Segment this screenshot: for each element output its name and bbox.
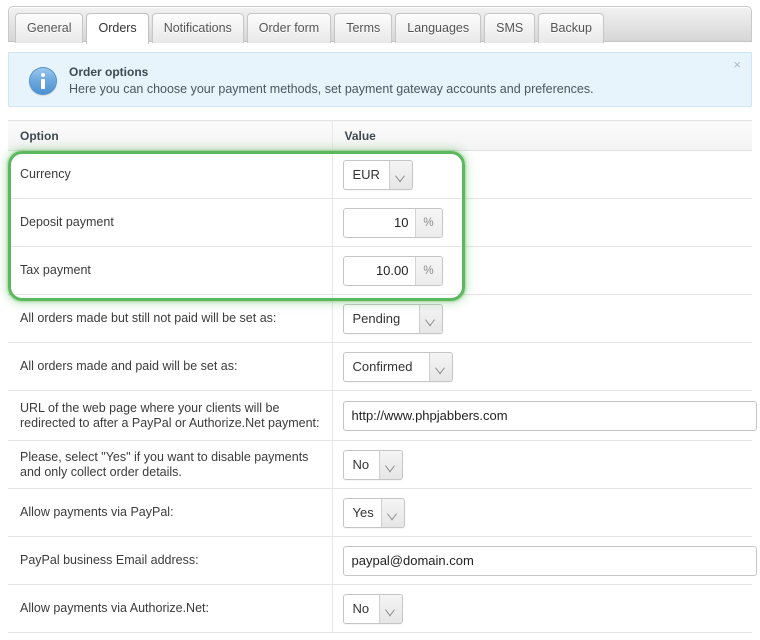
info-banner: Order options Here you can choose your p…: [8, 52, 752, 107]
input-tax-payment[interactable]: 10.00%: [342, 255, 443, 286]
option-value-cell: http://www.phpjabbers.com: [332, 390, 757, 441]
chevron-down-icon[interactable]: [380, 498, 404, 527]
input-value[interactable]: 10.00: [344, 257, 416, 285]
banner-title: Order options: [69, 65, 149, 79]
tab-order-form[interactable]: Order form: [246, 13, 332, 43]
select-allow-payments-via-authorize-net[interactable]: No: [342, 593, 403, 624]
tab-strip: General Orders Notifications Order form Term…: [8, 6, 752, 44]
info-icon: [29, 67, 57, 95]
table-row: Please, select "Yes" if you want to disa…: [8, 440, 752, 489]
option-value-cell: No: [332, 440, 752, 489]
table-row: Deposit payment 10%: [8, 198, 752, 247]
tab-notifications[interactable]: Notifications: [151, 13, 244, 43]
option-label: Allow payments via Authorize.Net:: [8, 584, 333, 633]
chevron-down-icon[interactable]: [428, 352, 452, 381]
select-please-select-yes-if-you-want-to[interactable]: No: [342, 449, 403, 480]
table-row: Allow payments via PayPal: Yes: [8, 488, 752, 537]
tab-backup[interactable]: Backup: [538, 13, 604, 43]
table-row: Tax payment 10.00%: [8, 246, 752, 295]
option-value-cell: Yes: [332, 488, 752, 537]
options-table: Option Value Currency EUR Deposit payment 1…: [8, 120, 757, 633]
option-value-cell: Pending: [332, 294, 752, 343]
tab-general[interactable]: General: [15, 13, 84, 43]
option-value-cell: Confirmed: [332, 342, 752, 391]
table-row: All orders made but still not paid will …: [8, 294, 752, 343]
option-label: Allow payments via PayPal:: [8, 488, 333, 537]
table-row: PayPal business Email address: paypal@dom…: [8, 536, 757, 585]
column-header-value: Value: [332, 120, 752, 151]
close-icon[interactable]: ×: [733, 58, 741, 71]
option-label: All orders made but still not paid will …: [8, 294, 333, 343]
option-label: Deposit payment: [8, 198, 333, 247]
option-label: URL of the web page where your clients w…: [8, 390, 333, 441]
option-value-cell: 10%: [332, 198, 752, 247]
settings-page: General Orders Notifications Order form Term…: [0, 0, 760, 640]
chevron-down-icon[interactable]: [378, 450, 402, 479]
option-value-cell: 10.00%: [332, 246, 752, 295]
chevron-down-icon[interactable]: [418, 304, 442, 333]
option-label: All orders made and paid will be set as:: [8, 342, 333, 391]
tab-languages[interactable]: Languages: [395, 13, 482, 43]
table-row: Currency EUR: [8, 150, 752, 199]
option-label: Currency: [8, 150, 333, 199]
input-paypal-business-email-address-[interactable]: paypal@domain.com: [342, 545, 757, 576]
option-label: PayPal business Email address:: [8, 536, 333, 585]
column-header-option: Option: [8, 120, 333, 151]
table-row: All orders made and paid will be set as:…: [8, 342, 752, 391]
option-value-cell: paypal@domain.com: [332, 536, 757, 585]
table-header-row: Option Value: [8, 120, 752, 151]
tab-sms[interactable]: SMS: [484, 13, 536, 43]
tab-orders[interactable]: Orders: [86, 13, 149, 44]
option-label: Tax payment: [8, 246, 333, 295]
banner-description: Here you can choose your payment methods…: [69, 82, 594, 96]
select-allow-payments-via-paypal-[interactable]: Yes: [342, 497, 405, 528]
select-all-orders-made-but-still-not-pa[interactable]: Pending: [342, 303, 443, 334]
option-value-cell: No: [332, 584, 752, 633]
select-all-orders-made-and-paid-will-be[interactable]: Confirmed: [342, 351, 453, 382]
chevron-down-icon[interactable]: [378, 594, 402, 623]
tab-terms[interactable]: Terms: [334, 13, 393, 43]
percent-suffix: %: [414, 208, 442, 237]
table-row: URL of the web page where your clients w…: [8, 390, 757, 441]
option-value-cell: EUR: [332, 150, 752, 199]
input-deposit-payment[interactable]: 10%: [342, 207, 443, 238]
input-value[interactable]: 10: [344, 209, 416, 237]
percent-suffix: %: [414, 256, 442, 285]
chevron-down-icon[interactable]: [388, 160, 412, 189]
option-label: Please, select "Yes" if you want to disa…: [8, 440, 333, 489]
table-row: Allow payments via Authorize.Net: No: [8, 584, 752, 633]
input-url-of-the-web-page-where-your-c[interactable]: http://www.phpjabbers.com: [342, 400, 757, 431]
select-currency[interactable]: EUR: [342, 159, 413, 190]
